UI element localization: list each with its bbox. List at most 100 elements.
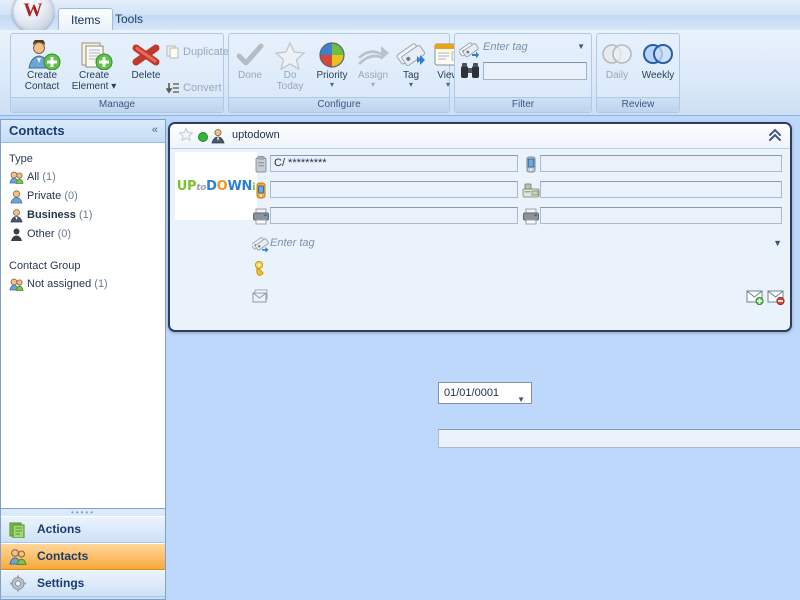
binoculars-icon [460,62,480,80]
contact-tag-placeholder: Enter tag [270,237,315,249]
chevron-down-icon[interactable]: ▾ [111,81,116,92]
green-dot-icon [198,132,208,142]
envelope-open-icon [252,288,270,306]
priority-button[interactable]: Priority ▾ [311,38,353,96]
deskphone-field[interactable] [540,181,782,198]
sidebar-item-private-count: (0) [64,190,78,202]
envelope-remove-icon[interactable] [767,289,785,305]
chevron-down-icon[interactable]: ▾ [393,81,429,89]
email-field[interactable] [438,429,800,448]
contact-tag-input[interactable]: Enter tag ▼ [270,237,782,249]
logo-part-d: D [206,178,217,194]
ribbon-group-review: Daily Weekly Review [596,33,680,113]
assign-arrow-icon [353,40,393,70]
duplicate-button[interactable]: Duplicate [166,42,229,62]
fax-icon [252,208,270,226]
sidebar-title: Contacts [9,123,65,138]
tag-icon [393,40,429,70]
nav-item-actions[interactable]: Actions [1,516,165,543]
fax-field-left[interactable] [270,207,518,224]
ribbon-group-configure: Done Do Today Priority ▾ Assign ▾ Tag ▾ … [228,33,462,113]
do-today-button[interactable]: Do Today [271,38,309,96]
filter-search-input[interactable] [483,62,587,80]
checkmark-icon [231,40,269,70]
sidebar-item-other-label: Other [27,228,55,240]
chevron-down-icon[interactable]: ▼ [517,390,525,410]
create-contact-label-2: Contact [24,81,60,92]
convert-label: Convert [183,82,222,94]
nav-item-settings[interactable]: Settings [1,570,165,597]
sidebar-item-all-count: (1) [42,171,56,183]
address-building-icon [252,156,270,174]
users-group-icon [9,548,27,565]
cellphone-icon [522,156,540,174]
nav-item-contacts[interactable]: Contacts [1,543,165,570]
daily-button[interactable]: Daily [597,38,637,96]
sidebar-header: Contacts « [1,120,165,143]
user-blue-icon [9,189,24,204]
delete-label: Delete [131,70,161,81]
sidebar-item-not-assigned[interactable]: Not assigned (1) [9,275,165,294]
contact-card[interactable]: uptodown UPtoDOWNi C/ ********* Enter ta… [168,122,800,448]
convert-icon [166,81,180,95]
star-icon [271,40,309,70]
chevron-down-icon[interactable]: ▾ [311,81,353,89]
create-contact-button[interactable]: Create Contact [15,38,69,96]
user-dark-icon [9,227,24,242]
duplicate-label: Duplicate [183,46,229,58]
chevron-down-icon[interactable]: ▼ [577,42,585,51]
stack-list-icon [9,521,27,538]
delete-button[interactable]: Delete [119,38,173,96]
contact-card-header: uptodown [170,124,790,149]
contact-logo: UPtoDOWNi [175,152,257,220]
create-element-label-1: Create [78,70,109,81]
done-label: Done [238,70,262,81]
chevron-double-up-icon[interactable] [767,126,783,144]
weekly-button[interactable]: Weekly [637,38,679,96]
cellphone-field[interactable] [540,155,782,172]
done-button[interactable]: Done [231,38,269,96]
do-today-label-1: Do [283,70,297,81]
chevron-down-icon[interactable]: ▾ [353,81,393,89]
nav-item-settings-label: Settings [37,576,85,590]
deskphone-icon [522,182,540,200]
assign-button[interactable]: Assign ▾ [353,38,393,96]
convert-button[interactable]: Convert [166,78,222,98]
create-contact-label-1: Create [26,70,57,81]
envelope-add-icon[interactable] [746,289,764,305]
nav-item-actions-label: Actions [37,522,82,536]
sidebar-item-other[interactable]: Other (0) [11,225,165,244]
fax-icon [522,208,540,226]
ribbon-group-configure-label: Configure [229,97,449,112]
sidebar-item-all[interactable]: All (1) [9,168,165,187]
chevron-down-icon[interactable]: ▼ [773,238,782,248]
user-add-icon [15,40,69,70]
address-field[interactable]: C/ ********* [270,155,518,172]
tag-button[interactable]: Tag ▾ [393,38,429,96]
sidebar-item-private[interactable]: Private (0) [10,187,165,206]
tab-tools[interactable]: Tools [103,8,155,30]
sidebar-item-business[interactable]: Business (1) [10,206,165,225]
birthday-date-field[interactable]: 01/01/0001 ▼ [438,382,532,404]
priority-pinwheel-icon [311,40,353,70]
sidebar-section-type-title: Type [9,153,33,165]
nav-pane-grip[interactable]: ••••• [1,509,165,517]
weekly-circles-icon [637,40,679,70]
fax-field-right[interactable] [540,207,782,224]
daily-circles-icon [597,40,637,70]
star-outline-icon[interactable] [178,127,194,143]
contact-card-title: uptodown [232,129,280,141]
app-logo-button[interactable]: W [12,0,54,32]
user-suit-icon [210,128,226,144]
sidebar-item-private-label: Private [27,190,62,202]
mobile-field[interactable] [270,181,518,198]
create-element-button[interactable]: Create Element ▾ [67,38,121,96]
mobile-orange-icon [252,182,270,200]
tag-icon [459,40,481,60]
filter-tag-input[interactable]: Enter tag ▼ [483,41,587,56]
birthday-date-value: 01/01/0001 [444,387,500,399]
chevron-double-left-icon[interactable]: « [152,124,158,136]
filter-tag-placeholder: Enter tag [483,41,528,53]
ribbon-group-review-label: Review [597,97,679,112]
ribbon: Create Contact Create Element ▾ Delete D… [0,30,800,116]
